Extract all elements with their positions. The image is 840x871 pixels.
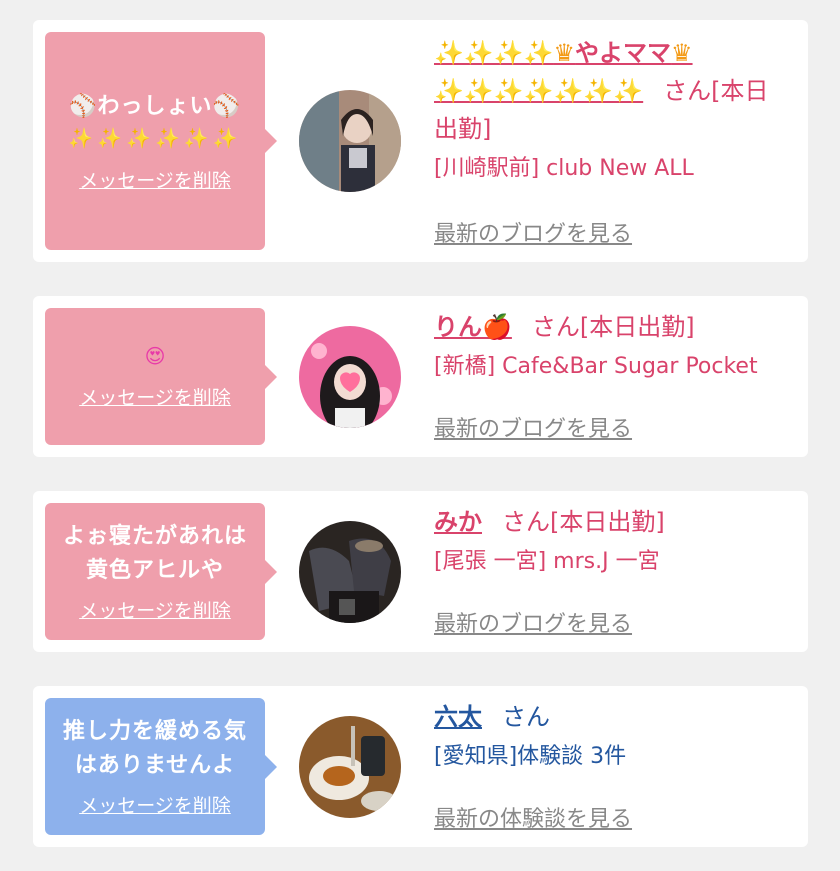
message-card: ⚾わっしょい⚾ ✨✨✨✨✨✨ メッセージを削除 ✨✨✨✨♛やよママ♛ ✨✨✨✨✨✨…: [33, 20, 808, 262]
shop-name: [愛知県]体験談 3件: [434, 744, 627, 769]
profile-name-link[interactable]: ✨✨✨✨♛やよママ♛ ✨✨✨✨✨✨✨: [434, 39, 693, 105]
delete-message-link[interactable]: メッセージを削除: [79, 791, 231, 818]
profile-name: やよママ: [575, 39, 672, 67]
message-bubble: よぉ寝たがあれは黄色アヒルや メッセージを削除: [45, 503, 277, 640]
shop-name: [新橋] Cafe&Bar Sugar Pocket: [434, 354, 758, 379]
latest-review-link[interactable]: 最新の体験談を見る: [434, 801, 632, 833]
shop-name: [川崎駅前] club New ALL: [434, 156, 694, 181]
profile-name-link[interactable]: 六太: [434, 703, 482, 731]
message-bubble: 😍 メッセージを削除: [45, 308, 277, 445]
message-card: 推し力を緩める気はありませんよ メッセージを削除 六太 さん [愛知県]体験談 3…: [33, 686, 808, 847]
message-bubble: ⚾わっしょい⚾ ✨✨✨✨✨✨ メッセージを削除: [45, 32, 277, 250]
message-text: ⚾わっしょい⚾: [69, 93, 241, 119]
name-line: みか さん[本日出勤]: [434, 503, 788, 541]
apple-icon: 🍎: [482, 313, 512, 341]
name-line: ✨✨✨✨♛やよママ♛ ✨✨✨✨✨✨✨ さん[本日出勤]: [434, 34, 788, 148]
crown-icon: ♛: [553, 39, 576, 67]
sparkle-icons: ✨✨✨✨✨✨: [68, 125, 242, 150]
sparkle-icons: ✨✨✨✨✨✨✨: [434, 77, 644, 105]
delete-message-link[interactable]: メッセージを削除: [79, 383, 231, 410]
name-line: りん🍎 さん[本日出勤]: [434, 308, 788, 346]
status-suffix: さん[本日出勤]: [531, 313, 695, 341]
status-suffix: さん: [502, 703, 550, 731]
profile-info: ✨✨✨✨♛やよママ♛ ✨✨✨✨✨✨✨ さん[本日出勤] [川崎駅前] club Ne…: [434, 34, 788, 186]
delete-message-link[interactable]: メッセージを削除: [79, 166, 231, 193]
message-card: よぉ寝たがあれは黄色アヒルや メッセージを削除 みか さん[本日出勤] [尾張 一…: [33, 491, 808, 652]
avatar[interactable]: [299, 326, 401, 428]
latest-blog-link[interactable]: 最新のブログを見る: [434, 411, 632, 443]
message-bubble: 推し力を緩める気はありませんよ メッセージを削除: [45, 698, 277, 835]
message-card: 😍 メッセージを削除 りん🍎 さん[本日出勤] [新橋] Cafe&Bar Sug…: [33, 296, 808, 457]
profile-name: りん: [434, 313, 482, 341]
heart-eyes-icon: 😍: [144, 344, 166, 368]
sparkle-icons: ✨✨✨✨: [434, 39, 554, 67]
message-text: よぉ寝たがあれは黄色アヒルや: [62, 524, 247, 583]
profile-info: みか さん[本日出勤] [尾張 一宮] mrs.J 一宮: [434, 503, 788, 579]
avatar[interactable]: [299, 521, 401, 623]
delete-message-link[interactable]: メッセージを削除: [79, 596, 231, 623]
message-text: 推し力を緩める気はありませんよ: [62, 719, 247, 778]
profile-name-link[interactable]: みか: [434, 508, 482, 536]
latest-blog-link[interactable]: 最新のブログを見る: [434, 606, 632, 638]
avatar[interactable]: [299, 90, 401, 192]
status-suffix: さん[本日出勤]: [502, 508, 665, 536]
shop-name: [尾張 一宮] mrs.J 一宮: [434, 549, 660, 574]
crown-icon: ♛: [671, 39, 693, 67]
profile-info: 六太 さん [愛知県]体験談 3件: [434, 698, 788, 774]
latest-blog-link[interactable]: 最新のブログを見る: [434, 216, 632, 248]
profile-name-link[interactable]: りん🍎: [434, 313, 512, 341]
avatar[interactable]: [299, 716, 401, 818]
profile-info: りん🍎 さん[本日出勤] [新橋] Cafe&Bar Sugar Pocket: [434, 308, 788, 384]
name-line: 六太 さん: [434, 698, 788, 736]
message-list: ⚾わっしょい⚾ ✨✨✨✨✨✨ メッセージを削除 ✨✨✨✨♛やよママ♛ ✨✨✨✨✨✨…: [0, 0, 840, 871]
